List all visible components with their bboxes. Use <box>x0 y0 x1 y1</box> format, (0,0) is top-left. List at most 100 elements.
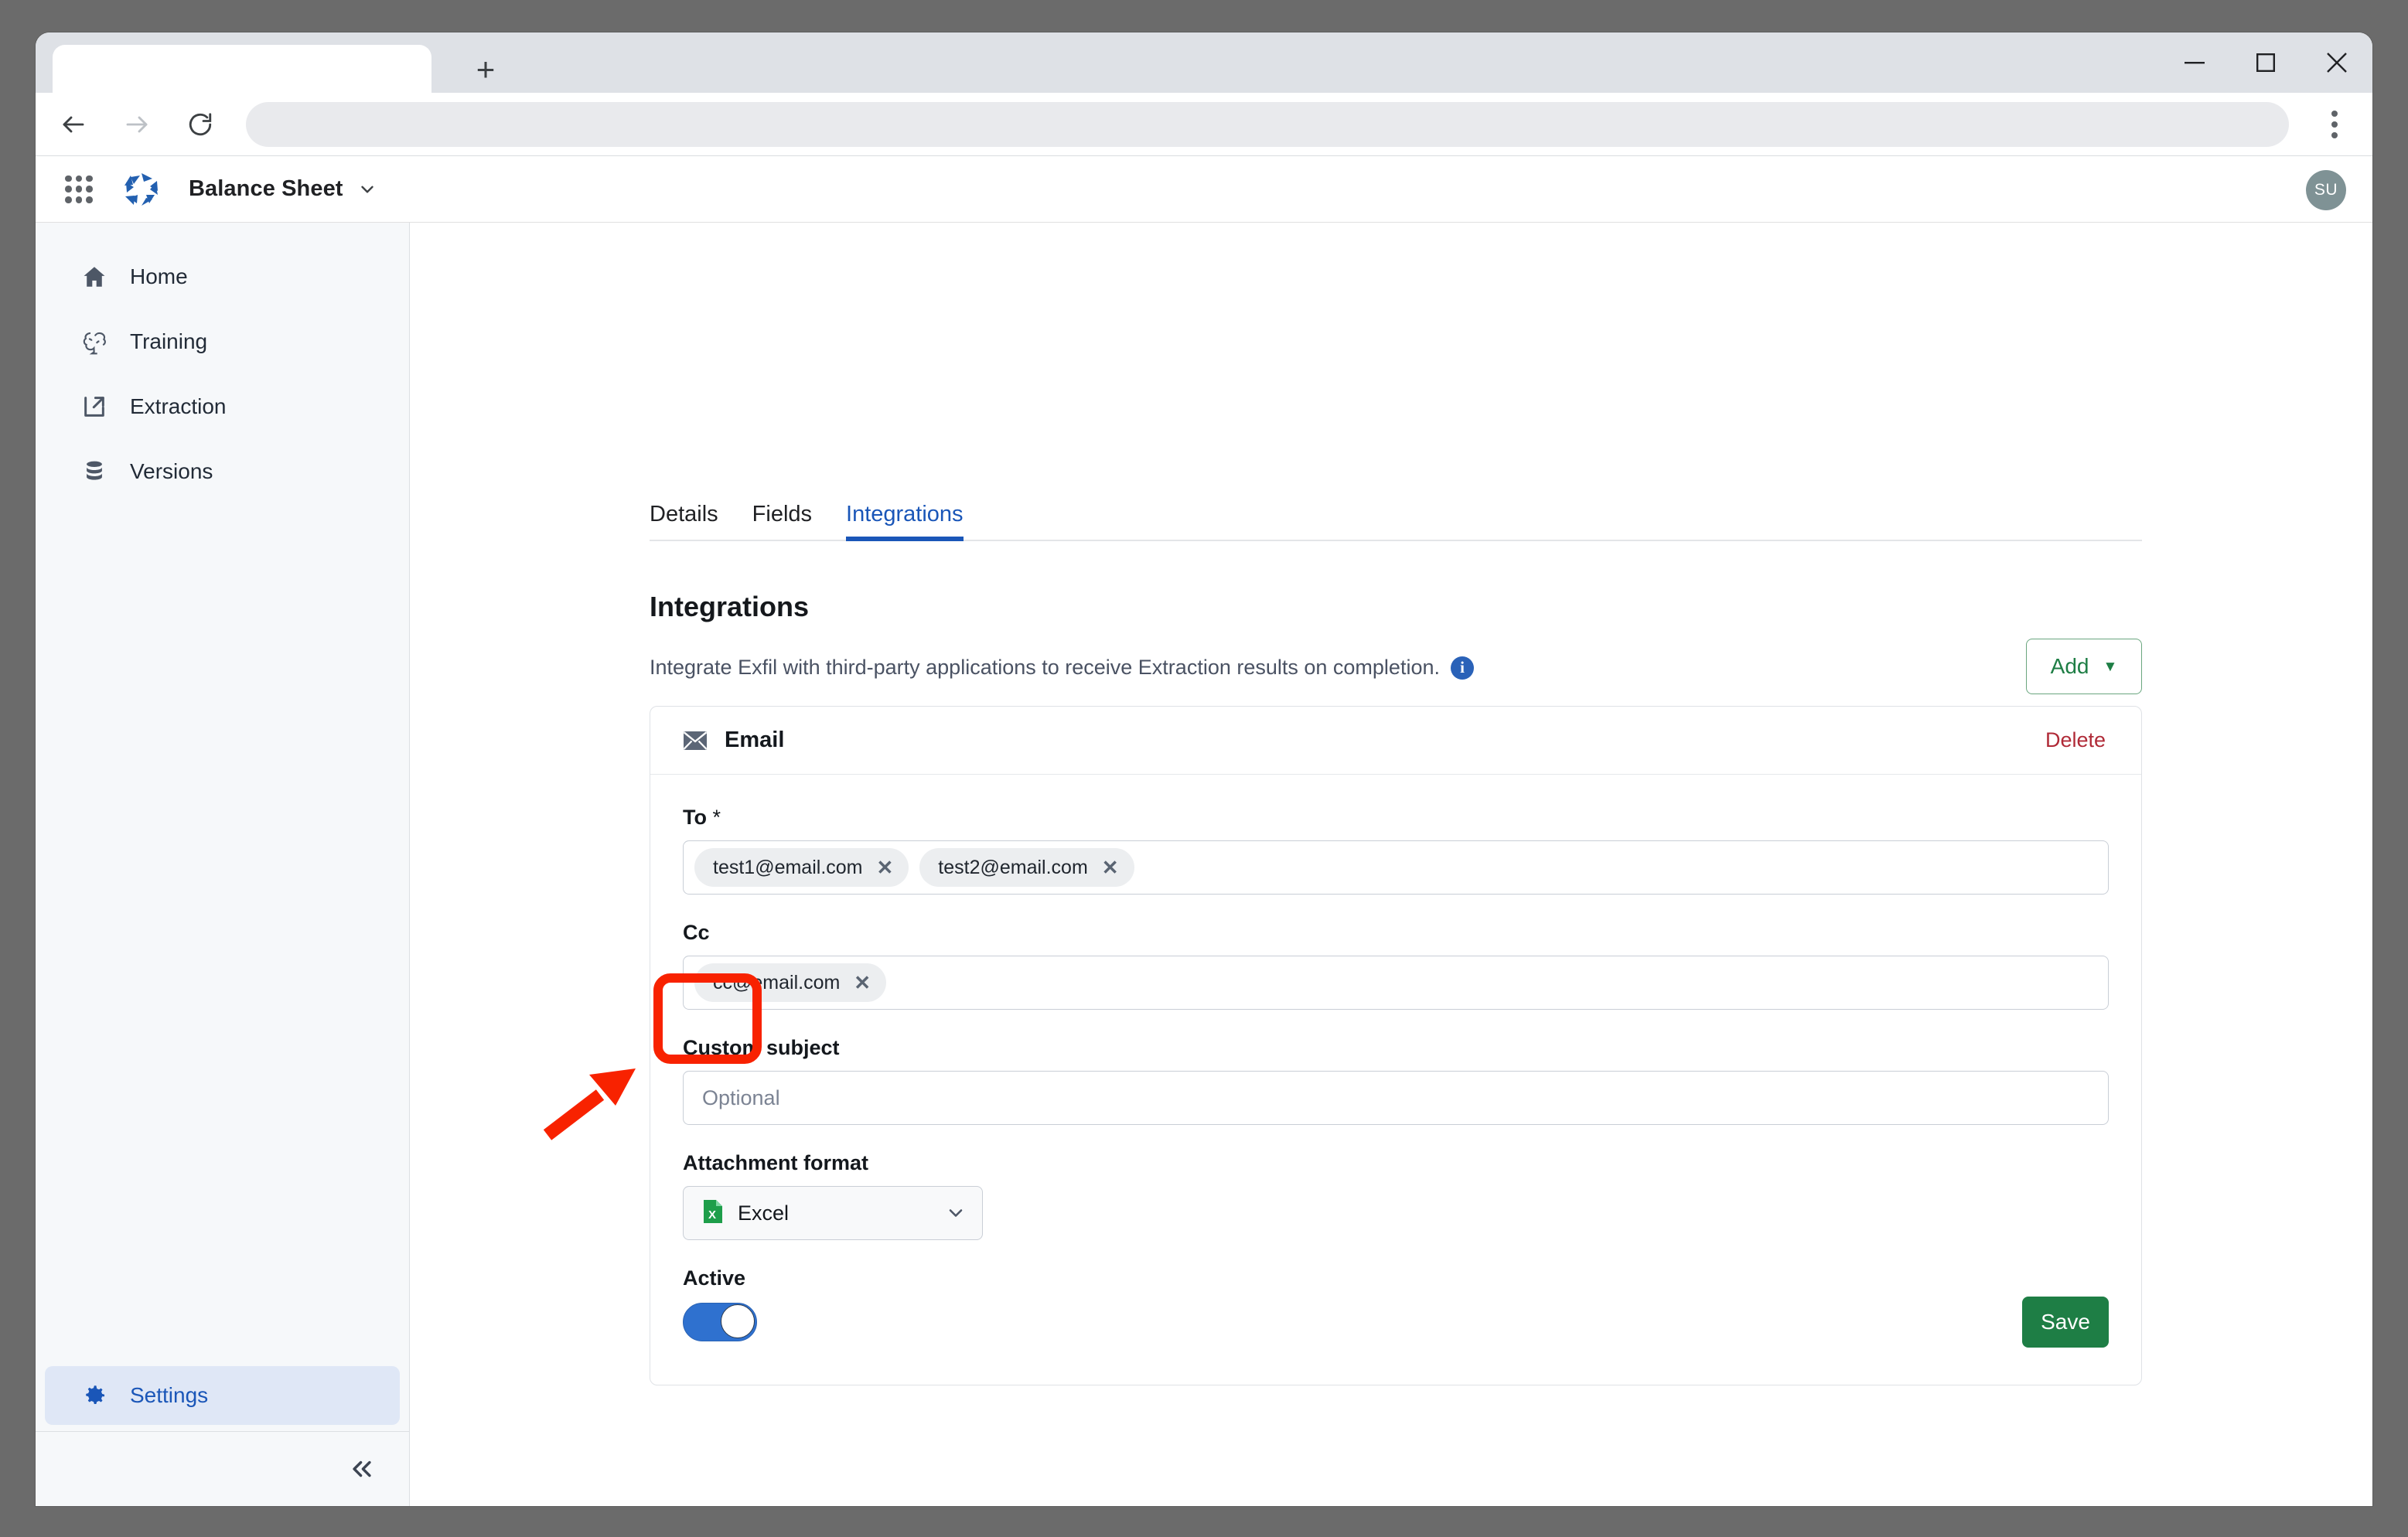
home-icon <box>79 261 110 292</box>
sidebar-item-extraction[interactable]: Extraction <box>45 377 400 436</box>
sidebar-item-versions[interactable]: Versions <box>45 442 400 501</box>
browser-tab-strip: + <box>36 32 2372 93</box>
back-button[interactable] <box>48 99 99 150</box>
cc-input[interactable]: cc@email.com ✕ <box>683 956 2109 1010</box>
chip-remove-icon[interactable]: ✕ <box>1102 857 1119 878</box>
integration-card-body: To * test1@email.com ✕ test2@email.com ✕… <box>650 775 2141 1385</box>
reload-button[interactable] <box>175 99 226 150</box>
field-active-label: Active <box>683 1266 746 1290</box>
envelope-icon <box>683 731 708 751</box>
external-link-glyph <box>84 397 104 417</box>
to-input[interactable]: test1@email.com ✕ test2@email.com ✕ <box>683 840 2109 895</box>
minimize-button[interactable] <box>2159 32 2230 93</box>
plus-icon: + <box>476 51 496 87</box>
sidebar-collapse-button[interactable] <box>36 1432 409 1506</box>
custom-subject-placeholder: Optional <box>702 1085 780 1109</box>
sidebar-item-label: Settings <box>130 1383 209 1407</box>
brain-icon <box>79 326 110 357</box>
add-integration-button[interactable]: Add ▼ <box>2026 639 2142 694</box>
tab-integrations[interactable]: Integrations <box>829 502 981 541</box>
excel-glyph: X <box>704 1199 722 1223</box>
sidebar-item-home[interactable]: Home <box>45 247 400 306</box>
page-title: Balance Sheet <box>189 176 343 201</box>
close-button[interactable] <box>2301 32 2372 93</box>
excel-file-icon: X <box>702 1199 724 1228</box>
gear-glyph <box>86 1385 105 1405</box>
custom-subject-input[interactable]: Optional <box>683 1071 2109 1125</box>
field-cc-label: Cc <box>683 921 710 944</box>
active-toggle[interactable] <box>683 1303 757 1341</box>
app-body: Home Training Extraction Versions Settin… <box>36 223 2372 1506</box>
maximize-button[interactable] <box>2230 32 2301 93</box>
chip-label: cc@email.com <box>713 971 841 993</box>
chip-label: test2@email.com <box>938 856 1088 878</box>
browser-tab[interactable] <box>53 45 431 93</box>
integration-card-header: Email Delete <box>650 707 2141 775</box>
logo-svg <box>124 172 158 206</box>
forward-arrow-icon <box>126 116 148 132</box>
toggle-knob <box>721 1304 755 1338</box>
envelope-glyph <box>683 731 708 750</box>
kebab-dot <box>2331 121 2338 128</box>
database-icon <box>79 456 110 487</box>
sidebar-item-training[interactable]: Training <box>45 312 400 371</box>
kebab-dot <box>2331 131 2338 138</box>
sidebar-bottom: Settings <box>36 1366 409 1506</box>
sidebar-item-label: Home <box>130 264 188 288</box>
maximize-icon <box>2256 53 2275 72</box>
sidebar: Home Training Extraction Versions Settin… <box>36 223 410 1506</box>
close-icon <box>2327 53 2347 73</box>
field-attachment-format-label: Attachment format <box>683 1151 869 1174</box>
back-arrow-icon <box>63 116 84 132</box>
field-custom-subject-label: Custom subject <box>683 1036 840 1059</box>
apps-grid-icon[interactable] <box>62 172 96 206</box>
email-chip[interactable]: test1@email.com ✕ <box>694 848 909 887</box>
chip-remove-icon[interactable]: ✕ <box>854 973 871 993</box>
sidebar-item-label: Versions <box>130 459 213 483</box>
svg-text:X: X <box>708 1208 716 1222</box>
forward-button[interactable] <box>111 99 162 150</box>
address-bar[interactable] <box>246 101 2289 147</box>
kebab-dot <box>2331 110 2338 117</box>
email-chip[interactable]: test2@email.com ✕ <box>919 848 1134 887</box>
required-marker: * <box>712 806 721 829</box>
browser-window: + Balance Sheet SU Home Training Extract… <box>36 32 2372 1506</box>
gear-icon <box>79 1380 110 1411</box>
field-active: Active <box>683 1266 2109 1341</box>
double-chevron-left-icon <box>353 1460 371 1477</box>
sidebar-item-settings[interactable]: Settings <box>45 1366 400 1425</box>
tab-bar: Details Fields Integrations <box>650 486 2142 541</box>
app-header: Balance Sheet SU <box>36 156 2372 223</box>
home-glyph <box>84 267 105 287</box>
content-column: Details Fields Integrations Integrations… <box>650 223 2142 1385</box>
avatar[interactable]: SU <box>2306 170 2346 210</box>
new-tab-button[interactable]: + <box>466 49 506 90</box>
chevron-down-icon <box>945 1202 967 1224</box>
database-glyph <box>87 461 102 480</box>
browser-toolbar <box>36 93 2372 156</box>
brain-glyph <box>83 332 106 355</box>
add-button-label: Add <box>2050 654 2089 678</box>
save-button[interactable]: Save <box>2022 1297 2109 1348</box>
info-icon[interactable]: i <box>1450 656 1474 680</box>
minimize-icon <box>2185 61 2205 63</box>
tab-fields[interactable]: Fields <box>735 502 829 540</box>
main-content: Details Fields Integrations Integrations… <box>410 223 2372 1506</box>
caret-down-icon: ▼ <box>2103 658 2118 675</box>
reload-icon <box>189 112 212 135</box>
delete-integration-link[interactable]: Delete <box>2045 728 2106 752</box>
browser-menu-button[interactable] <box>2307 97 2362 152</box>
tab-details[interactable]: Details <box>650 502 735 540</box>
chevron-down-icon[interactable] <box>357 179 377 199</box>
integration-card-email: Email Delete To * test1@email.com ✕ test… <box>650 706 2142 1385</box>
section-description: Integrate Exfil with third-party applica… <box>650 656 1440 679</box>
chip-remove-icon[interactable]: ✕ <box>877 857 894 878</box>
attachment-format-select[interactable]: X Excel <box>683 1186 983 1240</box>
field-attachment-format: Attachment format X Excel <box>683 1151 2109 1240</box>
brand-pinwheel-logo <box>122 170 161 209</box>
field-cc: Cc cc@email.com ✕ <box>683 921 2109 1010</box>
chip-label: test1@email.com <box>713 856 863 878</box>
sidebar-item-label: Extraction <box>130 394 227 418</box>
email-chip[interactable]: cc@email.com ✕ <box>694 963 887 1002</box>
sidebar-items: Home Training Extraction Versions <box>36 223 409 507</box>
